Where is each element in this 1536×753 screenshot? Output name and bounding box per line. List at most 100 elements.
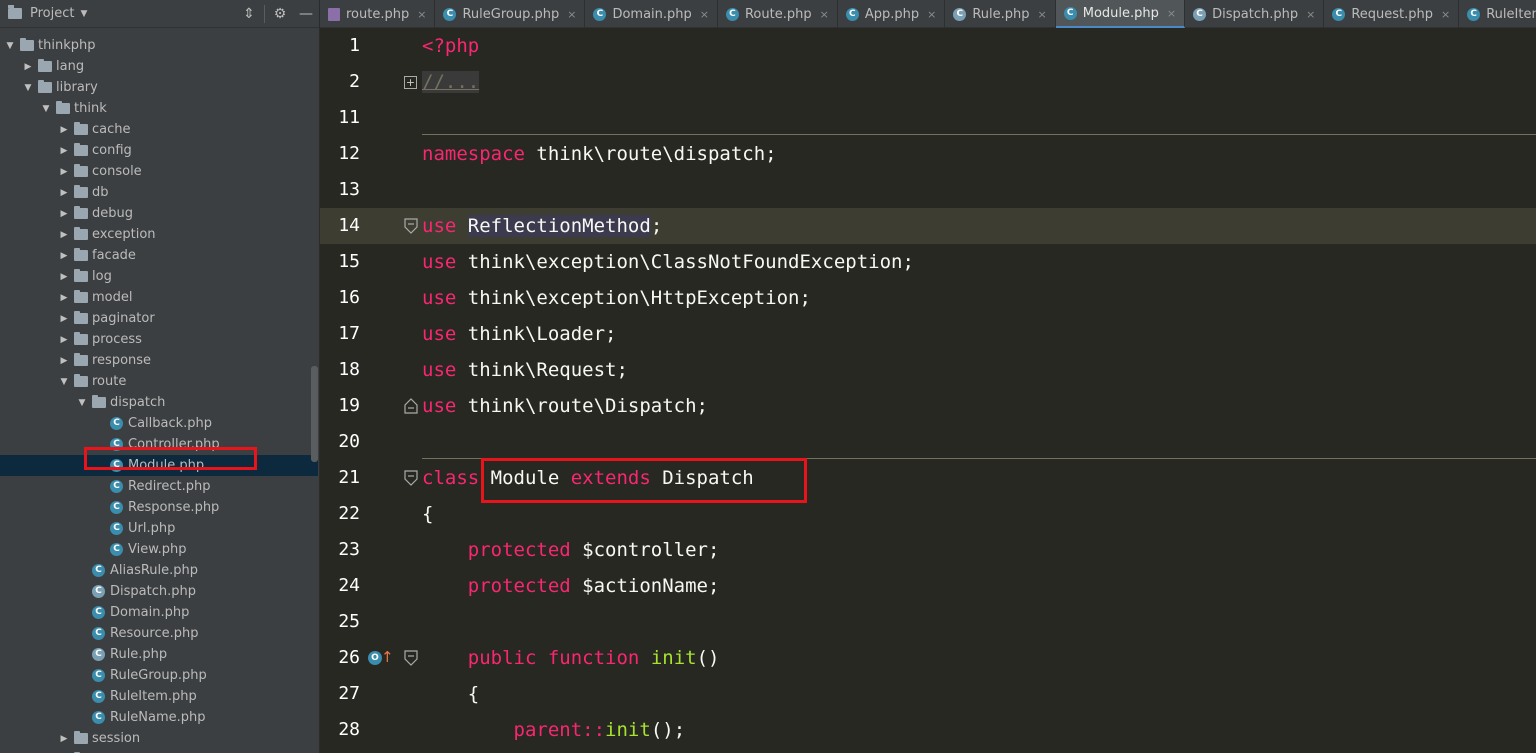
code-text[interactable]: //... xyxy=(422,64,480,100)
collapsed-arrow-icon[interactable]: ▶ xyxy=(58,266,70,287)
collapsed-arrow-icon[interactable]: ▶ xyxy=(22,56,34,77)
tree-item-url-php[interactable]: C Url.php xyxy=(0,518,318,539)
collapsed-arrow-icon[interactable]: ▶ xyxy=(58,329,70,350)
collapsed-arrow-icon[interactable]: ▶ xyxy=(58,224,70,245)
code-text[interactable]: use think\exception\HttpException; xyxy=(422,280,811,316)
tree-item-redirect-php[interactable]: C Redirect.php xyxy=(0,476,318,497)
collapsed-arrow-icon[interactable]: ▶ xyxy=(58,203,70,224)
code-text[interactable]: use think\route\Dispatch; xyxy=(422,388,708,424)
close-icon[interactable]: × xyxy=(820,8,829,21)
tree-item-response-php[interactable]: C Response.php xyxy=(0,497,318,518)
tree-item-log[interactable]: ▶ log xyxy=(0,266,318,287)
tab-module-php[interactable]: C Module.php × xyxy=(1055,0,1186,28)
tab-route-php[interactable]: C Route.php × xyxy=(718,0,838,28)
arrow-up-icon[interactable]: ↑ xyxy=(381,649,394,665)
collapsed-arrow-icon[interactable]: ▶ xyxy=(58,245,70,266)
tree-item-session[interactable]: ▶ session xyxy=(0,728,318,749)
close-icon[interactable]: × xyxy=(567,8,576,21)
close-icon[interactable]: × xyxy=(1038,8,1047,21)
fold-expand-icon[interactable]: + xyxy=(404,76,417,89)
expanded-arrow-icon[interactable]: ▼ xyxy=(58,371,70,392)
code-text[interactable]: protected $actionName; xyxy=(422,568,720,604)
collapsed-arrow-icon[interactable]: ▶ xyxy=(58,749,70,753)
tree-item-rulegroup-php[interactable]: C RuleGroup.php xyxy=(0,665,318,686)
code-text[interactable]: { xyxy=(422,676,479,712)
tree-item-facade[interactable]: ▶ facade xyxy=(0,245,318,266)
override-method-icon[interactable]: O xyxy=(368,651,382,665)
project-panel-title[interactable]: Project xyxy=(30,6,74,21)
expanded-arrow-icon[interactable]: ▼ xyxy=(22,77,34,98)
tree-item-db[interactable]: ▶ db xyxy=(0,182,318,203)
tree-item-thinkphp[interactable]: ▼ thinkphp xyxy=(0,35,318,56)
tree-item-aliasrule-php[interactable]: C AliasRule.php xyxy=(0,560,318,581)
tree-item-controller-php[interactable]: C Controller.php xyxy=(0,434,318,455)
tree-item-view-php[interactable]: C View.php xyxy=(0,539,318,560)
collapsed-arrow-icon[interactable]: ▶ xyxy=(58,182,70,203)
sidebar-scrollbar[interactable] xyxy=(311,366,318,462)
tree-item-console[interactable]: ▶ console xyxy=(0,161,318,182)
collapse-all-icon[interactable]: ⇕ xyxy=(236,0,262,28)
close-icon[interactable]: × xyxy=(1441,8,1450,21)
code-text[interactable]: use think\exception\ClassNotFoundExcepti… xyxy=(422,244,914,280)
tree-item-dispatch-php[interactable]: C Dispatch.php xyxy=(0,581,318,602)
tree-item-response[interactable]: ▶ response xyxy=(0,350,318,371)
tree-item-route[interactable]: ▼ route xyxy=(0,371,318,392)
collapsed-arrow-icon[interactable]: ▶ xyxy=(58,728,70,749)
code-text[interactable]: class Module extends Dispatch xyxy=(422,460,754,496)
close-icon[interactable]: × xyxy=(1306,8,1315,21)
fold-collapse-icon[interactable] xyxy=(404,218,418,234)
expanded-arrow-icon[interactable]: ▼ xyxy=(40,98,52,119)
tab-route-php[interactable]: route.php × xyxy=(320,0,436,28)
code-text[interactable]: { xyxy=(422,496,433,532)
code-text[interactable]: namespace think\route\dispatch; xyxy=(422,136,777,172)
tree-item-dispatch[interactable]: ▼ dispatch xyxy=(0,392,318,413)
close-icon[interactable]: × xyxy=(417,8,426,21)
tree-item-resource-php[interactable]: C Resource.php xyxy=(0,623,318,644)
collapsed-arrow-icon[interactable]: ▶ xyxy=(58,308,70,329)
tree-item-think[interactable]: ▼ think xyxy=(0,98,318,119)
tab-app-php[interactable]: C App.php × xyxy=(838,0,946,28)
collapsed-arrow-icon[interactable]: ▶ xyxy=(58,161,70,182)
code-text[interactable]: protected $controller; xyxy=(422,532,720,568)
collapsed-arrow-icon[interactable]: ▶ xyxy=(58,140,70,161)
tab-domain-php[interactable]: C Domain.php × xyxy=(585,0,718,28)
fold-collapse-icon[interactable] xyxy=(404,398,418,414)
collapsed-arrow-icon[interactable]: ▶ xyxy=(58,350,70,371)
code-text[interactable]: use think\Request; xyxy=(422,352,628,388)
tree-item-model[interactable]: ▶ model xyxy=(0,287,318,308)
tree-item-callback-php[interactable]: C Callback.php xyxy=(0,413,318,434)
tree-item-lang[interactable]: ▶ lang xyxy=(0,56,318,77)
tree-item-cache[interactable]: ▶ cache xyxy=(0,119,318,140)
tree-item-library[interactable]: ▼ library xyxy=(0,77,318,98)
code-text[interactable]: public function init() xyxy=(422,640,720,676)
gear-icon[interactable]: ⚙ xyxy=(267,0,293,28)
tree-item-domain-php[interactable]: C Domain.php xyxy=(0,602,318,623)
project-panel-header[interactable]: Project ▼ ⇕ ⚙ — xyxy=(0,0,319,28)
code-text[interactable]: use think\Loader; xyxy=(422,316,616,352)
tree-item-process[interactable]: ▶ process xyxy=(0,329,318,350)
tree-item-paginator[interactable]: ▶ paginator xyxy=(0,308,318,329)
tab-ruleitem-php[interactable]: CRuleItem.php× xyxy=(1459,0,1536,28)
tree-item-module-php[interactable]: C Module.php xyxy=(0,455,318,476)
code-text[interactable]: use ReflectionMethod; xyxy=(422,208,662,244)
tree-item-rule-php[interactable]: C Rule.php xyxy=(0,644,318,665)
tab-rule-php[interactable]: C Rule.php × xyxy=(945,0,1056,28)
close-icon[interactable]: × xyxy=(700,8,709,21)
tree-item-exception[interactable]: ▶ exception xyxy=(0,224,318,245)
fold-collapse-icon[interactable] xyxy=(404,650,418,666)
code-editor[interactable]: 1 <?php 2 //... +11 12 namespace think\route\d… xyxy=(320,28,1536,753)
collapsed-arrow-icon[interactable]: ▶ xyxy=(58,287,70,308)
tab-dispatch-php[interactable]: C Dispatch.php × xyxy=(1185,0,1325,28)
tree-item-debug[interactable]: ▶ debug xyxy=(0,203,318,224)
expanded-arrow-icon[interactable]: ▼ xyxy=(4,35,16,56)
tree-item-config[interactable]: ▶ config xyxy=(0,140,318,161)
close-icon[interactable]: × xyxy=(1167,7,1176,20)
tree-item-rulename-php[interactable]: C RuleName.php xyxy=(0,707,318,728)
code-text[interactable]: <?php xyxy=(422,28,479,64)
collapsed-arrow-icon[interactable]: ▶ xyxy=(58,119,70,140)
close-icon[interactable]: × xyxy=(927,8,936,21)
fold-collapse-icon[interactable] xyxy=(404,470,418,486)
code-text[interactable]: parent::init(); xyxy=(422,712,686,748)
expanded-arrow-icon[interactable]: ▼ xyxy=(76,392,88,413)
tab-rulegroup-php[interactable]: C RuleGroup.php × xyxy=(435,0,586,28)
